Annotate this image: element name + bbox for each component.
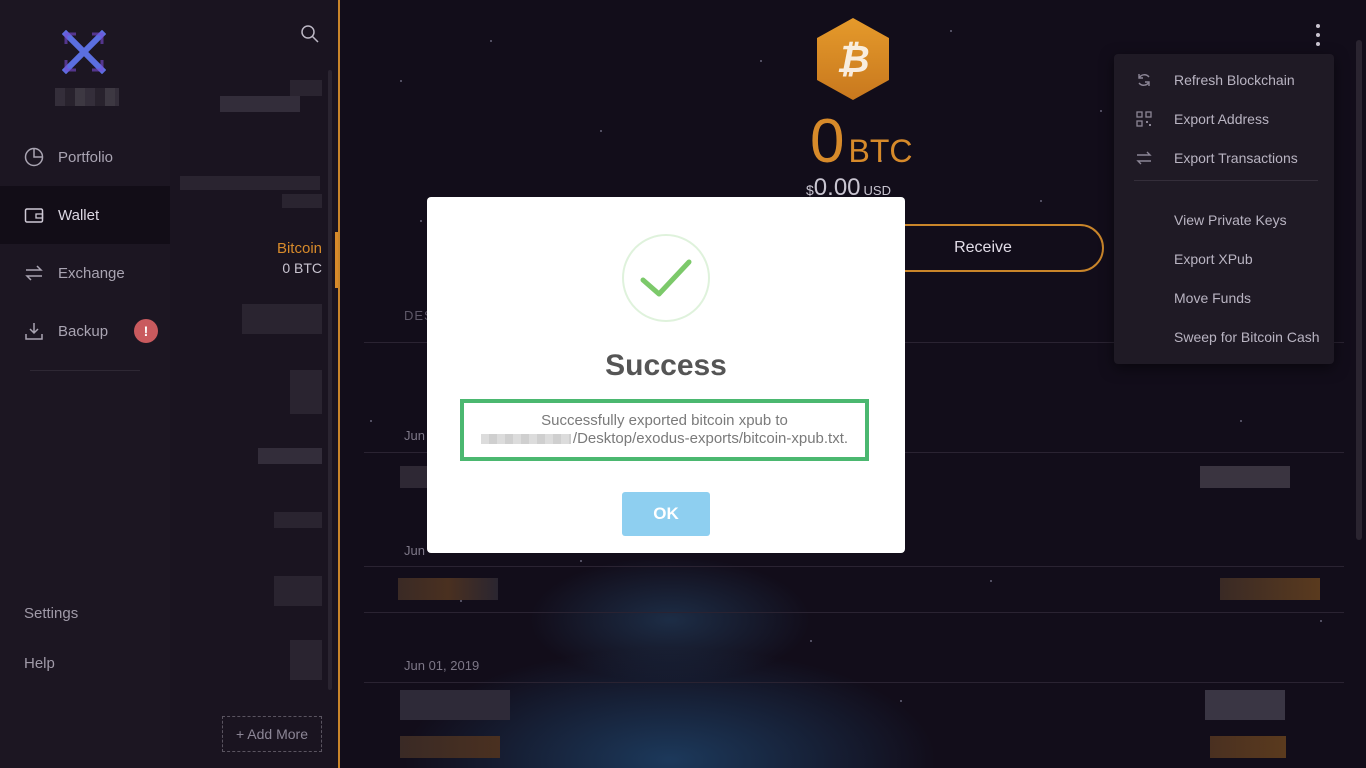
asset-list-scrollbar[interactable]	[328, 70, 332, 690]
asset-item-blurred[interactable]	[290, 370, 322, 414]
nav-item-settings[interactable]: Settings	[24, 605, 78, 622]
usd-currency: USD	[863, 183, 891, 198]
transaction-row[interactable]	[398, 578, 498, 600]
nav-item-label: Portfolio	[58, 148, 114, 166]
message-path-line: /Desktop/exodus-exports/bitcoin-xpub.txt…	[480, 430, 849, 448]
exodus-logo-icon	[62, 30, 106, 74]
bitcoin-coin-icon: ₿	[817, 18, 889, 100]
more-options-kebab-icon[interactable]	[1308, 22, 1328, 48]
menu-item-label: View Private Keys	[1174, 212, 1287, 228]
btc-unit: BTC	[848, 133, 913, 169]
transaction-date: Jun 01, 2019	[404, 658, 480, 673]
asset-item-bitcoin[interactable]: Bitcoin 0 BTC	[277, 240, 322, 276]
nav-item-label: Wallet	[58, 206, 100, 224]
asset-item-blurred[interactable]	[290, 640, 322, 680]
menu-item-label: Export Address	[1174, 111, 1269, 127]
username-blurred	[55, 88, 119, 106]
add-more-button[interactable]: + Add More	[222, 716, 322, 752]
export-message: Successfully exported bitcoin xpub to /D…	[460, 399, 869, 461]
nav-item-portfolio[interactable]: Portfolio	[0, 128, 170, 186]
menu-separator	[1134, 180, 1318, 181]
menu-item-label: Export XPub	[1174, 251, 1253, 267]
divider	[364, 612, 1344, 613]
menu-item-move-funds[interactable]: Move Funds	[1114, 280, 1334, 316]
nav-item-label: Backup	[58, 322, 109, 340]
transaction-amount-blur	[1210, 736, 1286, 758]
ok-button[interactable]: OK	[622, 492, 710, 536]
divider	[364, 682, 1344, 683]
asset-item-blurred[interactable]	[180, 176, 320, 190]
transaction-amount-blur	[1205, 690, 1285, 720]
menu-item-label: Move Funds	[1174, 290, 1252, 306]
nav-item-exchange[interactable]: Exchange	[0, 244, 170, 302]
nav-item-help[interactable]: Help	[24, 655, 55, 672]
asset-item-blurred[interactable]	[258, 448, 322, 464]
transaction-date: Jun	[404, 543, 425, 558]
asset-item-blurred[interactable]	[220, 96, 300, 112]
divider	[364, 566, 1344, 567]
asset-item-blurred[interactable]	[274, 512, 322, 528]
exchange-arrows-icon	[1136, 151, 1152, 165]
menu-item-sweep-bitcoin-cash[interactable]: Sweep for Bitcoin Cash	[1114, 319, 1334, 355]
qr-code-icon	[1136, 111, 1152, 127]
transaction-row[interactable]	[400, 466, 428, 488]
btc-balance: 0 BTC	[810, 106, 912, 177]
menu-item-view-private-keys[interactable]: View Private Keys	[1114, 202, 1334, 238]
transaction-date: Jun	[404, 428, 425, 443]
left-navigation: Portfolio Wallet Exchange Backup ! Setti…	[0, 0, 170, 768]
transaction-amount-blur	[1200, 466, 1290, 488]
transaction-row[interactable]	[400, 736, 500, 758]
nav-divider	[30, 370, 140, 371]
message-line-1: Successfully exported bitcoin xpub to	[541, 412, 788, 429]
svg-text:₿: ₿	[836, 39, 869, 81]
menu-item-export-xpub[interactable]: Export XPub	[1114, 241, 1334, 277]
menu-item-refresh-blockchain[interactable]: Refresh Blockchain	[1114, 62, 1334, 98]
menu-item-label: Refresh Blockchain	[1174, 72, 1295, 88]
success-check-icon	[622, 234, 710, 322]
backup-warning-badge: !	[134, 319, 158, 343]
transaction-amount-blur	[1220, 578, 1320, 600]
asset-item-blurred[interactable]	[242, 304, 322, 334]
success-dialog: Success Successfully exported bitcoin xp…	[427, 197, 905, 553]
main-scrollbar[interactable]	[1356, 40, 1362, 540]
exchange-arrows-icon	[24, 263, 44, 283]
asset-balance: 0 BTC	[282, 260, 322, 276]
asset-name: Bitcoin	[276, 240, 322, 257]
transaction-row[interactable]	[400, 690, 510, 720]
refresh-icon	[1138, 74, 1150, 86]
search-icon[interactable]	[300, 24, 320, 44]
download-tray-icon	[24, 321, 44, 341]
menu-item-export-transactions[interactable]: Export Transactions	[1114, 140, 1334, 176]
message-line-2: /Desktop/exodus-exports/bitcoin-xpub.txt…	[572, 430, 849, 447]
selected-asset-indicator	[335, 232, 338, 288]
asset-list-panel: Bitcoin 0 BTC + Add More	[170, 0, 340, 768]
nav-item-wallet[interactable]: Wallet	[0, 186, 170, 244]
asset-item-blurred[interactable]	[282, 194, 322, 208]
asset-item-blurred[interactable]	[274, 576, 322, 606]
nav-item-label: Exchange	[58, 264, 125, 282]
usd-symbol: $	[806, 182, 814, 198]
menu-item-label: Sweep for Bitcoin Cash	[1174, 329, 1320, 345]
dialog-title: Success	[605, 349, 727, 382]
wallet-icon	[24, 205, 44, 225]
menu-item-export-address[interactable]: Export Address	[1114, 101, 1334, 137]
btc-amount: 0	[810, 107, 845, 176]
menu-item-label: Export Transactions	[1174, 150, 1298, 166]
asset-item-blurred[interactable]	[290, 80, 322, 96]
wallet-options-menu: Refresh Blockchain Export Address Export…	[1114, 54, 1334, 364]
user-path-blurred	[480, 434, 571, 444]
pie-chart-icon	[24, 147, 44, 167]
